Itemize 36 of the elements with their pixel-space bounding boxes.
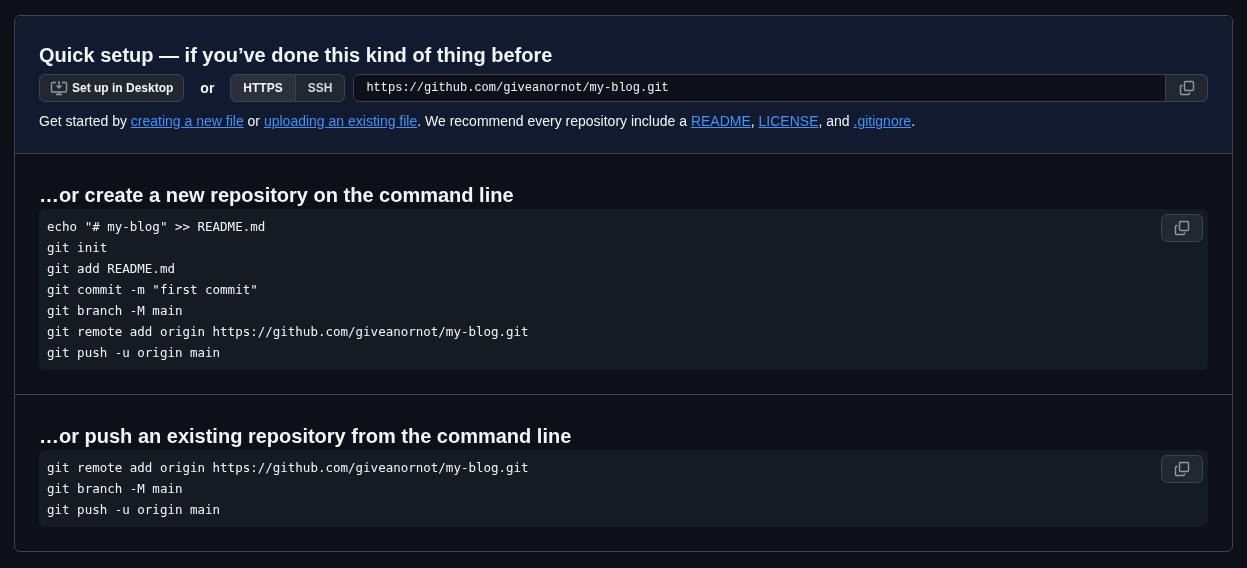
code-line: echo "# my-blog" >> README.md [47,218,266,236]
code-line: git add README.md [47,260,175,278]
code-line: git init [47,239,108,257]
text: , [750,113,755,129]
text: , and [818,113,850,129]
text: . [911,113,915,129]
code-line: git push -u origin main [47,501,221,519]
link[interactable]: LICENSE [758,113,819,129]
section-title: …or create a new repository on the command line [39,183,515,208]
link[interactable]: creating a new file [130,113,244,129]
text: Get started by [39,113,127,129]
protocol-tab[interactable]: SSH [295,74,346,102]
copy-icon [1178,80,1195,96]
code-line: git remote add origin https://github.com/giveanornot/my-blog.git [47,323,529,341]
code-line: git remote add origin https://github.com/giveanornot/my-blog.git [47,459,529,477]
code-line: git branch -M main [47,302,183,320]
code-line: git commit -m "first commit" [47,281,258,299]
copy-button[interactable] [1161,214,1203,242]
desktop-download-icon [50,80,68,96]
text: or [247,113,260,129]
text: . We recommend every repository include a [417,113,687,129]
section-title: …or push an existing repository from the command line [39,424,573,449]
link[interactable]: uploading an existing file [263,113,418,129]
clone-url-field[interactable]: https://github.com/giveanornot/my-blog.git [353,74,1166,102]
section-title: Quick setup — if you’ve done this kind of thing before [39,43,554,68]
link[interactable]: README [690,113,751,129]
protocol-tab[interactable]: HTTPS [230,74,296,102]
copy-button[interactable] [1166,74,1208,102]
copy-icon [1174,461,1190,477]
desktop-button[interactable]: Set up in Desktop [39,74,185,102]
link[interactable]: .gitignore [853,113,912,129]
code-line: git push -u origin main [47,344,221,362]
code-line: git branch -M main [47,480,183,498]
or-label: or [200,78,215,98]
copy-icon [1174,220,1190,236]
copy-button[interactable] [1161,455,1203,483]
